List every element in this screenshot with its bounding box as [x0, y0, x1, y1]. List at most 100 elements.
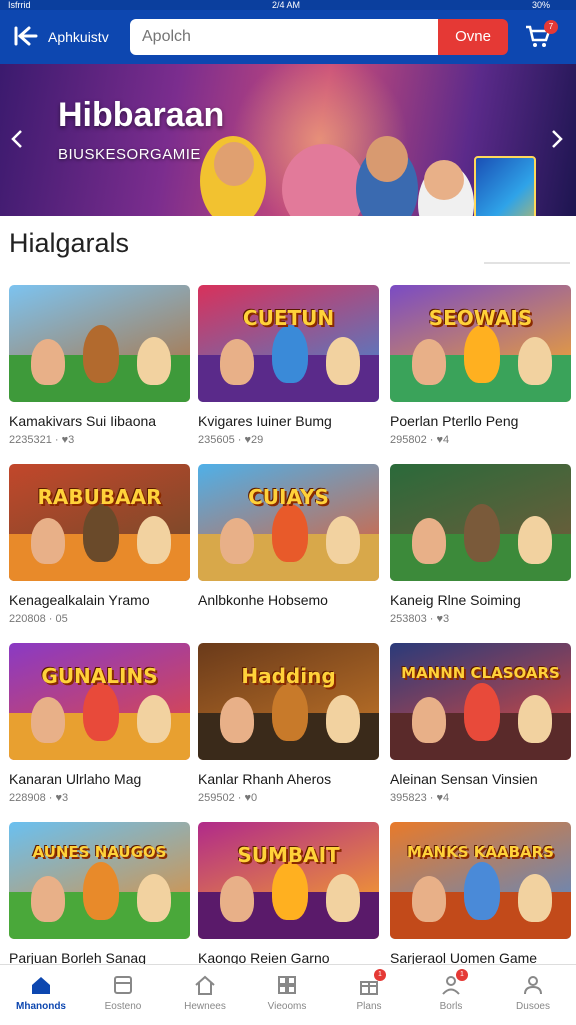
game-thumbnail[interactable]: SEOWAIS: [390, 285, 571, 402]
search-input[interactable]: [130, 19, 438, 55]
game-stats: 259502 · ♥0: [198, 792, 258, 804]
game-title[interactable]: Kvigares Iuiner Bumg: [198, 413, 379, 429]
character-illustration: [412, 518, 446, 564]
game-thumbnail[interactable]: CUIAYS: [198, 464, 379, 581]
game-stats: 295802 · ♥4: [390, 434, 450, 446]
character-illustration: [464, 862, 500, 920]
home-icon: [29, 973, 53, 997]
nav-label: Eosteno: [104, 1001, 142, 1012]
character-illustration: [220, 518, 254, 564]
nav-item[interactable]: 1 Plans: [328, 965, 410, 1025]
character-illustration: [31, 876, 65, 922]
game-thumbnail[interactable]: MANNN CLASOARS: [390, 643, 571, 760]
game-thumbnail[interactable]: RABUBAAR: [9, 464, 190, 581]
game-card[interactable]: RABUBAAR Kenagealkalain Yramo 220808 · 05: [9, 464, 190, 625]
back-button[interactable]: [12, 22, 42, 52]
game-title[interactable]: Kenagealkalain Yramo: [9, 592, 190, 608]
game-card[interactable]: CUETUN Kvigares Iuiner Bumg 235605 · ♥29: [198, 285, 379, 446]
game-logo: Hadding: [241, 664, 336, 689]
nav-item[interactable]: 1 Borls: [410, 965, 492, 1025]
game-logo: RABUBAAR: [37, 485, 162, 510]
game-logo: GUNALINS: [41, 664, 158, 689]
banner-next-button[interactable]: [550, 126, 564, 157]
game-card[interactable]: MANKS KAABARS Sarjeraol Uomen Game: [390, 822, 571, 966]
game-card[interactable]: Kamakivars Sui Iibaona 2235321 · ♥3: [9, 285, 190, 446]
nav-item[interactable]: Dusoes: [492, 965, 574, 1025]
game-title[interactable]: Anlbkonhe Hobsemo: [198, 592, 379, 608]
game-title[interactable]: Aleinan Sensan Vinsien: [390, 771, 571, 787]
grid-icon: [275, 973, 299, 997]
app-bar: Aphkuistv Ovne 7: [0, 10, 576, 64]
hero-banner[interactable]: Hibbaraan BIUSKESORGAMIE: [0, 64, 576, 216]
character-illustration: [412, 876, 446, 922]
game-title[interactable]: Kanlar Rhanh Aheros: [198, 771, 379, 787]
game-thumbnail[interactable]: MANKS KAABARS: [390, 822, 571, 939]
game-card[interactable]: Hadding Kanlar Rhanh Aheros 259502 · ♥0: [198, 643, 379, 804]
character-illustration: [326, 337, 360, 385]
arrow-left-icon: [14, 26, 38, 46]
character-illustration: [220, 876, 254, 922]
character-illustration: [83, 504, 119, 562]
search-button[interactable]: Ovne: [438, 19, 508, 55]
character-illustration: [272, 862, 308, 920]
banner-prev-button[interactable]: [10, 126, 24, 157]
section-divider: [484, 262, 570, 264]
nav-item[interactable]: Mhanonds: [0, 965, 82, 1025]
character-illustration: [137, 874, 171, 922]
search-box[interactable]: [130, 19, 438, 55]
nav-item[interactable]: Hewnees: [164, 965, 246, 1025]
game-title[interactable]: Kaneig Rlne Soiming: [390, 592, 571, 608]
cart-count-badge: 7: [544, 20, 558, 34]
character-illustration: [412, 339, 446, 385]
game-thumbnail[interactable]: SUMBAIT: [198, 822, 379, 939]
character-illustration: [137, 337, 171, 385]
game-stats: 228908 · ♥3: [9, 792, 69, 804]
game-card[interactable]: MANNN CLASOARS Aleinan Sensan Vinsien 3958…: [390, 643, 571, 804]
game-card[interactable]: SEOWAIS Poerlan Pterllo Peng 295802 · ♥4: [390, 285, 571, 446]
nav-label: Plans: [356, 1001, 382, 1012]
game-thumbnail[interactable]: AUNES NAUGOS: [9, 822, 190, 939]
game-title[interactable]: Kanaran Ulrlaho Mag: [9, 771, 190, 787]
character-illustration: [412, 697, 446, 743]
character-illustration: [31, 339, 65, 385]
game-stats: 220808 · 05: [9, 613, 68, 625]
banner-title: Hibbaraan: [58, 96, 225, 134]
nav-label: Dusoes: [516, 1001, 550, 1012]
game-thumbnail[interactable]: [390, 464, 571, 581]
nav-badge: 1: [456, 969, 468, 981]
game-logo: AUNES NAUGOS: [32, 843, 167, 862]
game-stats: 2235321 · ♥3: [9, 434, 75, 446]
character-illustration: [366, 136, 408, 182]
character-illustration: [272, 325, 308, 383]
game-thumbnail[interactable]: GUNALINS: [9, 643, 190, 760]
game-title[interactable]: Poerlan Pterllo Peng: [390, 413, 571, 429]
chevron-right-icon: [552, 130, 563, 148]
game-card[interactable]: SUMBAIT Kaongo Reien Garno: [198, 822, 379, 966]
status-bar: Isfrrid 2/4 AM 30%: [0, 0, 576, 10]
game-thumbnail[interactable]: [9, 285, 190, 402]
user-icon: [521, 973, 545, 997]
character-illustration: [272, 683, 308, 741]
character-illustration: [424, 160, 464, 200]
character-illustration: [220, 697, 254, 743]
character-illustration: [326, 516, 360, 564]
character-illustration: [326, 695, 360, 743]
game-card[interactable]: CUIAYS Anlbkonhe Hobsemo: [198, 464, 379, 608]
nav-item[interactable]: Eosteno: [82, 965, 164, 1025]
game-stats: 395823 · ♥4: [390, 792, 450, 804]
banner-subtitle: BIUSKESORGAMIE: [58, 146, 201, 163]
game-card[interactable]: Kaneig Rlne Soiming 253803 · ♥3: [390, 464, 571, 625]
game-card[interactable]: AUNES NAUGOS Parjuan Borleh Sanag: [9, 822, 190, 966]
game-box-art: [474, 156, 536, 216]
character-illustration: [272, 504, 308, 562]
nav-item[interactable]: Vieooms: [246, 965, 328, 1025]
cart-button[interactable]: 7: [524, 20, 558, 52]
character-illustration: [137, 695, 171, 743]
game-thumbnail[interactable]: Hadding: [198, 643, 379, 760]
game-title[interactable]: Kamakivars Sui Iibaona: [9, 413, 190, 429]
battery-level: 30%: [532, 0, 551, 10]
game-thumbnail[interactable]: CUETUN: [198, 285, 379, 402]
app-title: Aphkuistv: [48, 29, 109, 45]
game-card[interactable]: GUNALINS Kanaran Ulrlaho Mag 228908 · ♥3: [9, 643, 190, 804]
bottom-navigation: Mhanonds Eosteno Hewnees Vieooms 1 Plans 1 Borl…: [0, 964, 576, 1024]
